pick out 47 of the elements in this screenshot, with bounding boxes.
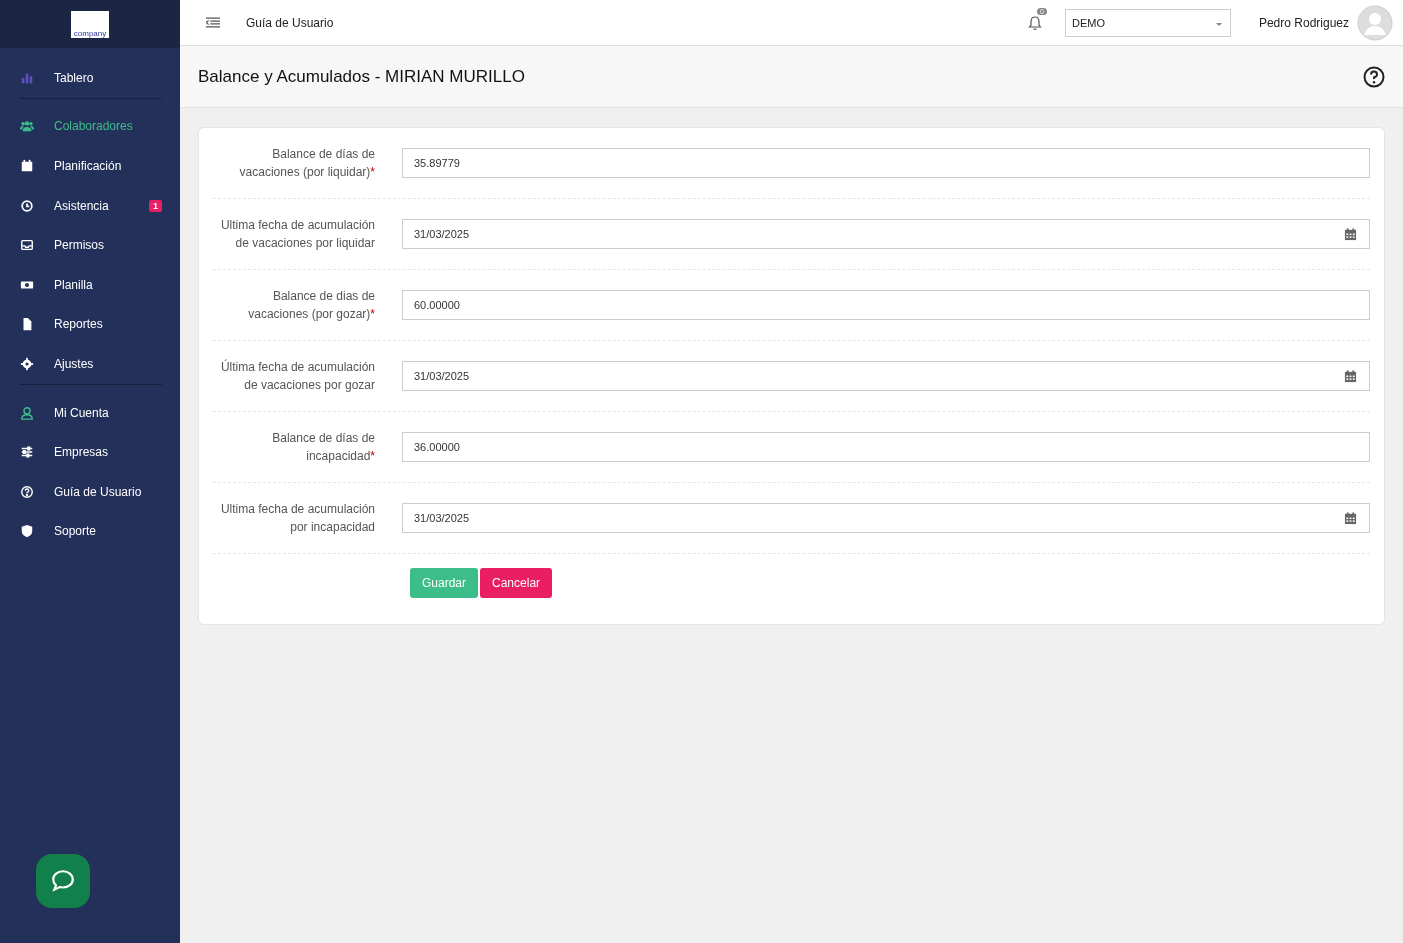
input-field[interactable]: 35.89779 [402, 148, 1370, 178]
sidebar-item[interactable]: Asistencia 1 [20, 185, 162, 226]
date-field[interactable]: 31/03/2025 [402, 219, 1370, 249]
user-guide-link[interactable]: Guía de Usuario [246, 15, 334, 30]
company-select[interactable]: DEMO [1064, 8, 1231, 37]
sliders-icon [20, 445, 34, 460]
sidebar-item[interactable]: Planilla [20, 264, 162, 305]
field-label: Balance de dias de vacaciones (por gozar)* [247, 288, 376, 323]
sidebar-item[interactable]: Soporte [20, 511, 162, 552]
field-label: Balance de días de vacaciones (por liquidar)* [238, 146, 376, 181]
calendar-icon[interactable] [1344, 227, 1357, 241]
field-label: Balance de días de incapacidad* [271, 430, 376, 465]
sidebar-item[interactable]: Planificación [20, 146, 162, 186]
sidebar-item[interactable]: Tablero [20, 58, 162, 99]
sidebar-item[interactable]: Empresas [20, 432, 162, 472]
user-icon [20, 405, 34, 420]
sidebar-item[interactable]: Permisos [20, 225, 162, 265]
cancel-button[interactable]: Cancelar [480, 568, 553, 598]
count-badge: 1 [149, 199, 162, 212]
calendar-icon[interactable] [1344, 511, 1357, 525]
sidebar-item[interactable]: Ajustes [20, 344, 162, 385]
chat-button[interactable] [36, 854, 90, 908]
calendar-icon [20, 159, 34, 173]
sidebar-item[interactable]: Reportes [20, 304, 162, 345]
user-name[interactable]: Pedro Rodriguez [1258, 15, 1349, 30]
field-label: Última fecha de acumulación de vacaciones por gozar [219, 358, 376, 394]
sidebar-item[interactable]: Guía de Usuario [20, 471, 162, 512]
company-logo: company [71, 10, 109, 38]
field-label: Ultima fecha de acumulación de vacaciones por liquidar [219, 217, 376, 252]
users-icon [20, 119, 34, 134]
calendar-icon[interactable] [1344, 369, 1357, 383]
field-label: Ultima fecha de acumulación por incapacidad [219, 501, 376, 536]
page-title: Balance y Acumulados - MIRIAN MURILLO [198, 66, 525, 87]
clock-icon [20, 198, 34, 213]
menu-icon[interactable] [206, 17, 220, 28]
date-field[interactable]: 31/03/2025 [402, 361, 1370, 391]
notification-bell-icon[interactable] [1026, 14, 1043, 31]
date-field[interactable]: 31/03/2025 [402, 503, 1370, 533]
help-icon [20, 484, 34, 499]
inbox-icon [20, 238, 34, 253]
help-icon[interactable] [1363, 65, 1385, 88]
chat-bubble-icon [50, 868, 76, 894]
input-field[interactable]: 36.00000 [402, 432, 1370, 462]
shield-icon [20, 524, 34, 539]
sidebar-item[interactable]: Colaboradores [20, 106, 162, 147]
input-field[interactable]: 60.00000 [402, 290, 1370, 320]
sidebar-item[interactable]: Mi Cuenta [20, 392, 162, 433]
